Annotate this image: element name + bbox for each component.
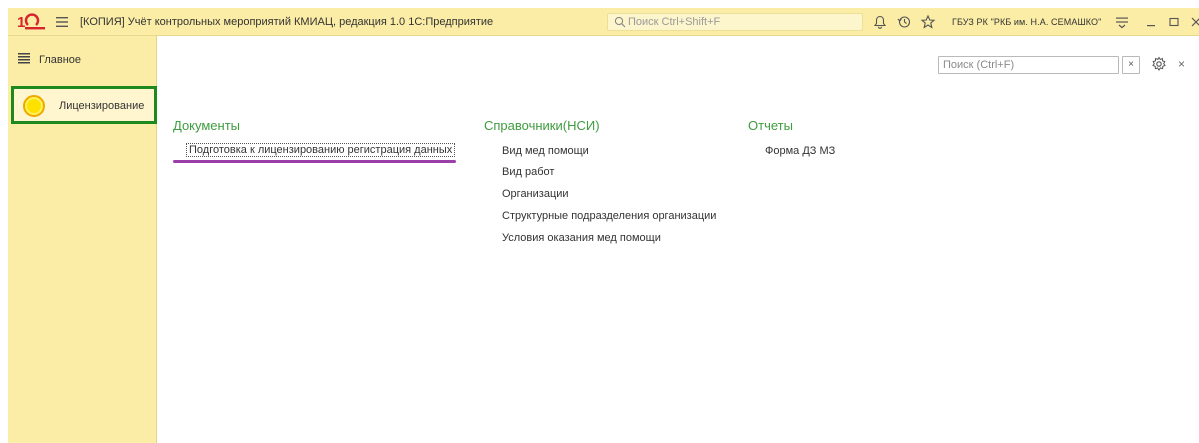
window-title: [КОПИЯ] Учёт контрольных мероприятий КМИ… (80, 16, 494, 28)
search-placeholder: Поиск (Ctrl+F) (943, 59, 1015, 71)
link-med-help-type[interactable]: Вид мед помощи (502, 145, 589, 157)
organization-name: ГБУЗ РК "РКБ им. Н.А. СЕМАШКО" (952, 17, 1102, 27)
close-page-button[interactable]: × (1178, 57, 1185, 71)
1c-logo-icon[interactable]: 1 (16, 12, 46, 32)
highlight-underline (173, 160, 456, 163)
sidebar-item-licensing[interactable]: Лицензирование (11, 86, 157, 124)
yellow-circle-icon (23, 95, 45, 117)
bell-icon[interactable] (872, 14, 888, 30)
link-structural-units[interactable]: Структурные подразделения организации (502, 210, 716, 222)
close-window-icon[interactable] (1188, 14, 1199, 30)
window-frame (0, 0, 1199, 8)
title-bar: 1 [КОПИЯ] Учёт контрольных мероприятий К… (8, 8, 1199, 36)
svg-text:1: 1 (17, 14, 25, 31)
hamburger-icon (18, 53, 30, 64)
link-work-type[interactable]: Вид работ (502, 166, 554, 178)
link-organizations[interactable]: Организации (502, 188, 569, 200)
sidebar-item-label: Главное (39, 54, 82, 66)
maximize-icon[interactable] (1166, 14, 1182, 30)
link-care-conditions[interactable]: Условия оказания мед помощи (502, 232, 661, 244)
main-menu-icon[interactable] (54, 14, 70, 30)
search-input[interactable]: Поиск (Ctrl+F) (938, 56, 1119, 74)
clear-search-button[interactable]: × (1122, 56, 1140, 74)
gear-icon[interactable] (1151, 56, 1167, 72)
section-title-documents: Документы (173, 118, 241, 133)
minimize-icon[interactable] (1143, 14, 1159, 30)
section-title-references: Справочники(НСИ) (484, 118, 600, 133)
sections-panel: Главное Лицензирование (8, 36, 157, 443)
search-icon (614, 16, 626, 28)
global-search-placeholder: Поиск Ctrl+Shift+F (628, 16, 721, 28)
settings-menu-icon[interactable] (1114, 14, 1130, 30)
link-form-dz-mz[interactable]: Форма ДЗ МЗ (765, 145, 835, 157)
star-icon[interactable] (920, 14, 936, 30)
history-icon[interactable] (896, 14, 912, 30)
sidebar-item-main[interactable]: Главное (8, 46, 157, 72)
sidebar-item-label: Лицензирование (59, 100, 145, 112)
link-licensing-prep[interactable]: Подготовка к лицензированию регистрация … (186, 143, 456, 157)
section-title-reports: Отчеты (748, 118, 793, 133)
global-search-input[interactable]: Поиск Ctrl+Shift+F (607, 13, 863, 31)
